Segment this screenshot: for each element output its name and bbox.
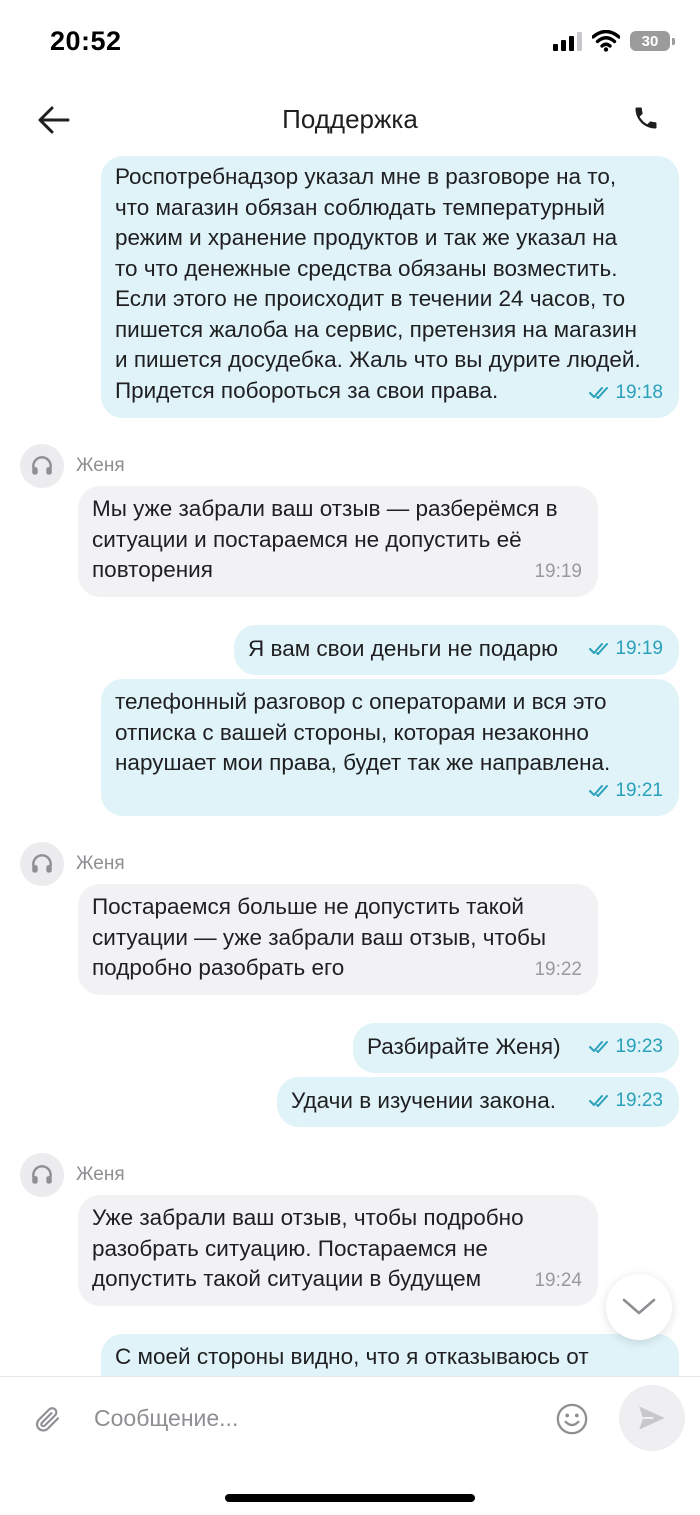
home-indicator[interactable]	[225, 1494, 475, 1502]
emoji-button[interactable]	[552, 1399, 592, 1439]
message-meta: 19:24	[534, 1266, 582, 1297]
support-avatar	[20, 1153, 64, 1197]
double-check-icon	[589, 1040, 609, 1053]
message-text: Роспотребнадзор указал мне в разговоре н…	[115, 164, 641, 403]
phone-icon	[635, 107, 657, 129]
double-check-icon	[589, 642, 609, 655]
sender-header: Женя	[20, 1153, 125, 1197]
double-check-icon	[589, 386, 609, 399]
wifi-icon	[592, 30, 620, 52]
incoming-message[interactable]: Мы уже забрали ваш отзыв — разберёмся в …	[78, 486, 598, 597]
status-bar: 20:52 30	[0, 0, 700, 82]
message-time: 19:23	[615, 1089, 663, 1111]
message-list[interactable]: Роспотребнадзор указал мне в разговоре н…	[0, 156, 700, 1376]
send-icon	[639, 1406, 665, 1430]
sender-name: Женя	[76, 1164, 125, 1185]
message-meta: 19:23	[589, 1032, 663, 1063]
message-meta: 19:19	[589, 634, 663, 665]
battery-indicator: 30	[630, 31, 675, 51]
message-text: Уже забрали ваш отзыв, чтобы подробно ра…	[92, 1205, 524, 1291]
outgoing-message[interactable]: Роспотребнадзор указал мне в разговоре н…	[101, 156, 679, 418]
call-button[interactable]	[628, 100, 664, 136]
status-time: 20:52	[50, 26, 122, 56]
outgoing-message[interactable]: С моей стороны видно, что я отказываюсь …	[101, 1334, 679, 1376]
outgoing-message[interactable]: Я вам свои деньги не подарю 19:19	[234, 625, 679, 675]
incoming-message[interactable]: Уже забрали ваш отзыв, чтобы подробно ра…	[78, 1195, 598, 1306]
chat-header: Поддержка	[0, 82, 700, 156]
message-text: С моей стороны видно, что я отказываюсь …	[115, 1344, 589, 1369]
message-time: 19:21	[615, 779, 663, 801]
outgoing-message[interactable]: Удачи в изучении закона. 19:23	[277, 1077, 679, 1127]
double-check-icon	[589, 1094, 609, 1107]
message-meta: 19:21	[589, 776, 663, 807]
message-meta: 19:22	[534, 955, 582, 986]
headset-icon	[32, 1165, 52, 1184]
message-meta: 19:19	[534, 557, 582, 588]
sender-header: Женя	[20, 842, 125, 886]
message-text: Постараемся больше не допустить такой си…	[92, 894, 547, 980]
sender-name: Женя	[76, 853, 125, 874]
message-text: телефонный разговор с операторами и вся …	[115, 689, 611, 775]
outgoing-message[interactable]: телефонный разговор с операторами и вся …	[101, 679, 679, 816]
message-time: 19:18	[615, 381, 663, 403]
message-meta: 19:18	[589, 378, 663, 409]
incoming-message[interactable]: Постараемся больше не допустить такой си…	[78, 884, 598, 995]
smile-icon	[556, 1403, 588, 1435]
headset-icon	[32, 456, 52, 475]
message-text: Мы уже забрали ваш отзыв — разберёмся в …	[92, 496, 558, 582]
scroll-to-bottom-button[interactable]	[606, 1274, 672, 1340]
message-time: 19:22	[534, 958, 582, 980]
chevron-down-icon	[622, 1298, 656, 1315]
battery-level: 30	[641, 32, 659, 50]
headset-icon	[32, 854, 52, 873]
sender-name: Женя	[76, 455, 125, 476]
sender-header: Женя	[20, 444, 125, 488]
outgoing-message[interactable]: Разбирайте Женя) 19:23	[353, 1023, 679, 1073]
message-time: 19:19	[615, 637, 663, 659]
message-meta: 19:23	[589, 1086, 663, 1117]
message-time: 19:23	[615, 1035, 663, 1057]
message-input[interactable]	[82, 1393, 546, 1443]
cellular-signal-icon	[553, 31, 582, 51]
send-button[interactable]	[619, 1385, 685, 1451]
double-check-icon	[589, 784, 609, 797]
message-composer	[0, 1376, 700, 1461]
status-icons: 30	[553, 30, 675, 52]
support-avatar	[20, 444, 64, 488]
paperclip-icon	[36, 1407, 60, 1432]
message-time: 19:24	[534, 1269, 582, 1291]
attach-button[interactable]	[28, 1399, 68, 1439]
message-time: 19:19	[534, 560, 582, 582]
support-avatar	[20, 842, 64, 886]
page-title: Поддержка	[282, 104, 418, 134]
